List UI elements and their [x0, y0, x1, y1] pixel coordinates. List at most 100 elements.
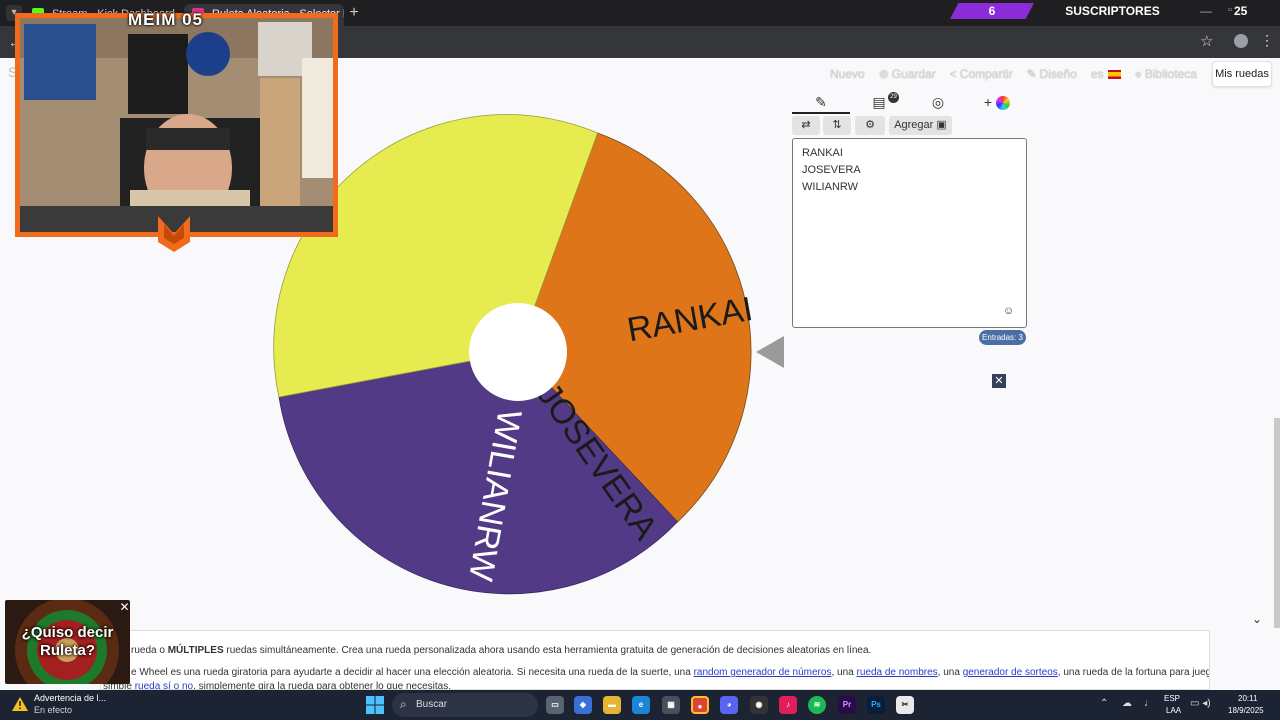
browser-menu-icon[interactable]: ⋮ [1260, 32, 1274, 49]
tab-edit-entries[interactable]: ✎ [792, 90, 850, 114]
discord-icon[interactable]: ◕ [720, 696, 738, 714]
tab-results[interactable]: ▤ [850, 90, 908, 114]
text-run: , simplemente gira la rueda para obtener… [193, 681, 451, 690]
copilot-icon[interactable]: ◆ [574, 696, 592, 714]
globe-icon: ● [1134, 67, 1142, 81]
chrome-icon[interactable]: ● [691, 696, 709, 714]
raffle-generator-link[interactable]: generador de sorteos [963, 667, 1058, 678]
site-top-nav: Nuevo ⊚ Guardar < Compartir ✎ Diseño es ● Bi… [830, 62, 1222, 86]
tab-add-wheel[interactable]: + [968, 90, 1026, 114]
clock-date[interactable]: 18/9/2025 [1228, 706, 1264, 715]
file-explorer-icon[interactable]: ▬ [603, 696, 621, 714]
profile-avatar-icon[interactable] [1234, 34, 1248, 48]
text-run: e Wheel es una rueda giratoria para ayud… [131, 667, 694, 678]
webcam-video [20, 18, 333, 232]
edge-icon[interactable]: e [632, 696, 650, 714]
search-icon: ⌕ [400, 697, 407, 711]
windows-taskbar: Advertencia de l... En efecto ⌕ Buscar ▭… [0, 690, 1280, 720]
streamer-logo-icon [158, 216, 190, 252]
image-icon: ▣ [936, 119, 947, 131]
results-count-badge: 29 [888, 92, 899, 103]
sort-button[interactable]: ⇅ [823, 116, 851, 135]
entry-line: WILIANRW [802, 181, 859, 193]
obs-icon[interactable]: ◉ [750, 696, 768, 714]
minimize-icon[interactable]: — [1200, 4, 1212, 18]
name-wheel-link[interactable]: rueda de nombres [856, 667, 937, 678]
folder-icon: ⊚ [878, 67, 889, 81]
photoshop-icon[interactable]: Ps [867, 696, 885, 714]
entries-textarea[interactable]: RANKAI JOSEVERA WILIANRW [792, 138, 1027, 328]
emoji-picker-icon[interactable]: ☺ [1003, 305, 1014, 317]
eye-slash-icon: ◎ [931, 94, 945, 110]
capcut-icon[interactable]: ✂ [896, 696, 914, 714]
tray-overflow-icon[interactable]: ⌃ [1100, 698, 1108, 709]
text-run: , una [831, 667, 857, 678]
close-icon[interactable]: ✕ [119, 601, 130, 613]
keyboard-layout[interactable]: LAA [1166, 706, 1181, 715]
my-wheels-button[interactable]: Mis ruedas [1212, 61, 1272, 87]
webcam-frame [15, 13, 338, 237]
nav-design-label: Diseño [1039, 67, 1077, 81]
shuffle-icon: ⇄ [801, 119, 811, 131]
bookmark-star-icon[interactable]: ☆ [1200, 32, 1213, 50]
shuffle-button[interactable]: ⇄ [792, 116, 820, 135]
nav-library-label: Biblioteca [1144, 67, 1197, 81]
page-scrollbar[interactable] [1274, 418, 1280, 628]
notification-title[interactable]: Advertencia de l... [34, 693, 106, 703]
tray-network-icon[interactable]: ☁ [1122, 698, 1132, 709]
tab-hide[interactable]: ◎ [909, 90, 967, 114]
spain-flag-icon [1107, 70, 1121, 80]
nav-design[interactable]: ✎ Diseño [1026, 67, 1076, 81]
gear-icon: ⚙ [865, 119, 875, 131]
chevron-down-icon[interactable]: ⌄ [1252, 612, 1262, 626]
advanced-settings-button[interactable]: ⚙ [855, 116, 885, 135]
text-run: rueda o [131, 645, 168, 656]
tray-mic-icon[interactable]: ♩ [1144, 698, 1154, 709]
entry-line: JOSEVERA [802, 164, 861, 176]
nav-new[interactable]: Nuevo [830, 67, 865, 81]
nav-share[interactable]: < Compartir [950, 67, 1013, 81]
nav-library[interactable]: ● Biblioteca [1135, 67, 1197, 81]
close-icon[interactable]: ✕ [992, 374, 1006, 388]
text-run: ruedas simultáneamente. Crea una rueda p… [223, 645, 872, 656]
nav-language-label: es [1090, 67, 1104, 81]
description-line-3: simple rueda sí o no, simplemente gira l… [103, 681, 451, 690]
keyboard-language[interactable]: ESP [1164, 694, 1180, 703]
description-line-1: rueda o MÚLTIPLES ruedas simultáneamente… [131, 645, 871, 656]
stream-title: MEIM 05 [128, 10, 204, 29]
clock-time[interactable]: 20:11 [1238, 694, 1257, 703]
pencil-icon: ✎ [815, 94, 827, 110]
search-placeholder: Buscar [416, 699, 448, 710]
pencil-icon: ✎ [1026, 67, 1037, 81]
nav-save[interactable]: ⊚ Guardar [879, 67, 936, 81]
color-wheel-icon [996, 96, 1011, 111]
spotify-icon[interactable]: ≋ [808, 696, 826, 714]
warning-icon [12, 697, 28, 711]
panel-tabs: ✎ ▤ ◎ + [792, 90, 1026, 114]
taskbar-search[interactable]: ⌕ Buscar [392, 693, 538, 717]
store-icon[interactable]: ▦ [662, 696, 680, 714]
nav-new-label: Nuevo [830, 67, 865, 81]
roulette-ad-popup[interactable]: ¿Quiso decir Ruleta? ✕ [5, 600, 130, 684]
webcam-scene [20, 18, 333, 232]
windows-start-icon[interactable] [366, 696, 384, 714]
premiere-icon[interactable]: Pr [838, 696, 856, 714]
share-icon: < [949, 67, 957, 81]
wheel-center-hub [469, 303, 567, 401]
maximize-icon[interactable]: ▫ [1228, 4, 1232, 16]
wheel-pointer-icon [756, 336, 784, 368]
nav-share-label: Compartir [959, 67, 1013, 81]
task-view-icon[interactable]: ▭ [546, 696, 564, 714]
nav-language[interactable]: es [1091, 67, 1121, 81]
tiktok-icon[interactable]: ♪ [779, 696, 797, 714]
subscriber-extra-count: 25 [1234, 4, 1248, 18]
new-tab-button[interactable]: + [346, 4, 362, 22]
spin-wheel[interactable]: RANKAI WILIANRW JOSEVERA [272, 106, 764, 598]
clipboard-icon: ▤ [872, 94, 886, 110]
add-image-button[interactable]: Agregar ▣ [889, 116, 952, 135]
random-number-generator-link[interactable]: random generador de números [694, 667, 832, 678]
tray-volume-icon[interactable]: ▭ ◂) [1190, 698, 1211, 709]
add-image-label: Agregar [894, 119, 934, 131]
yes-no-wheel-link[interactable]: rueda sí o no [135, 681, 193, 689]
text-run: , una rueda de la fortuna para juegos o … [1057, 667, 1209, 678]
